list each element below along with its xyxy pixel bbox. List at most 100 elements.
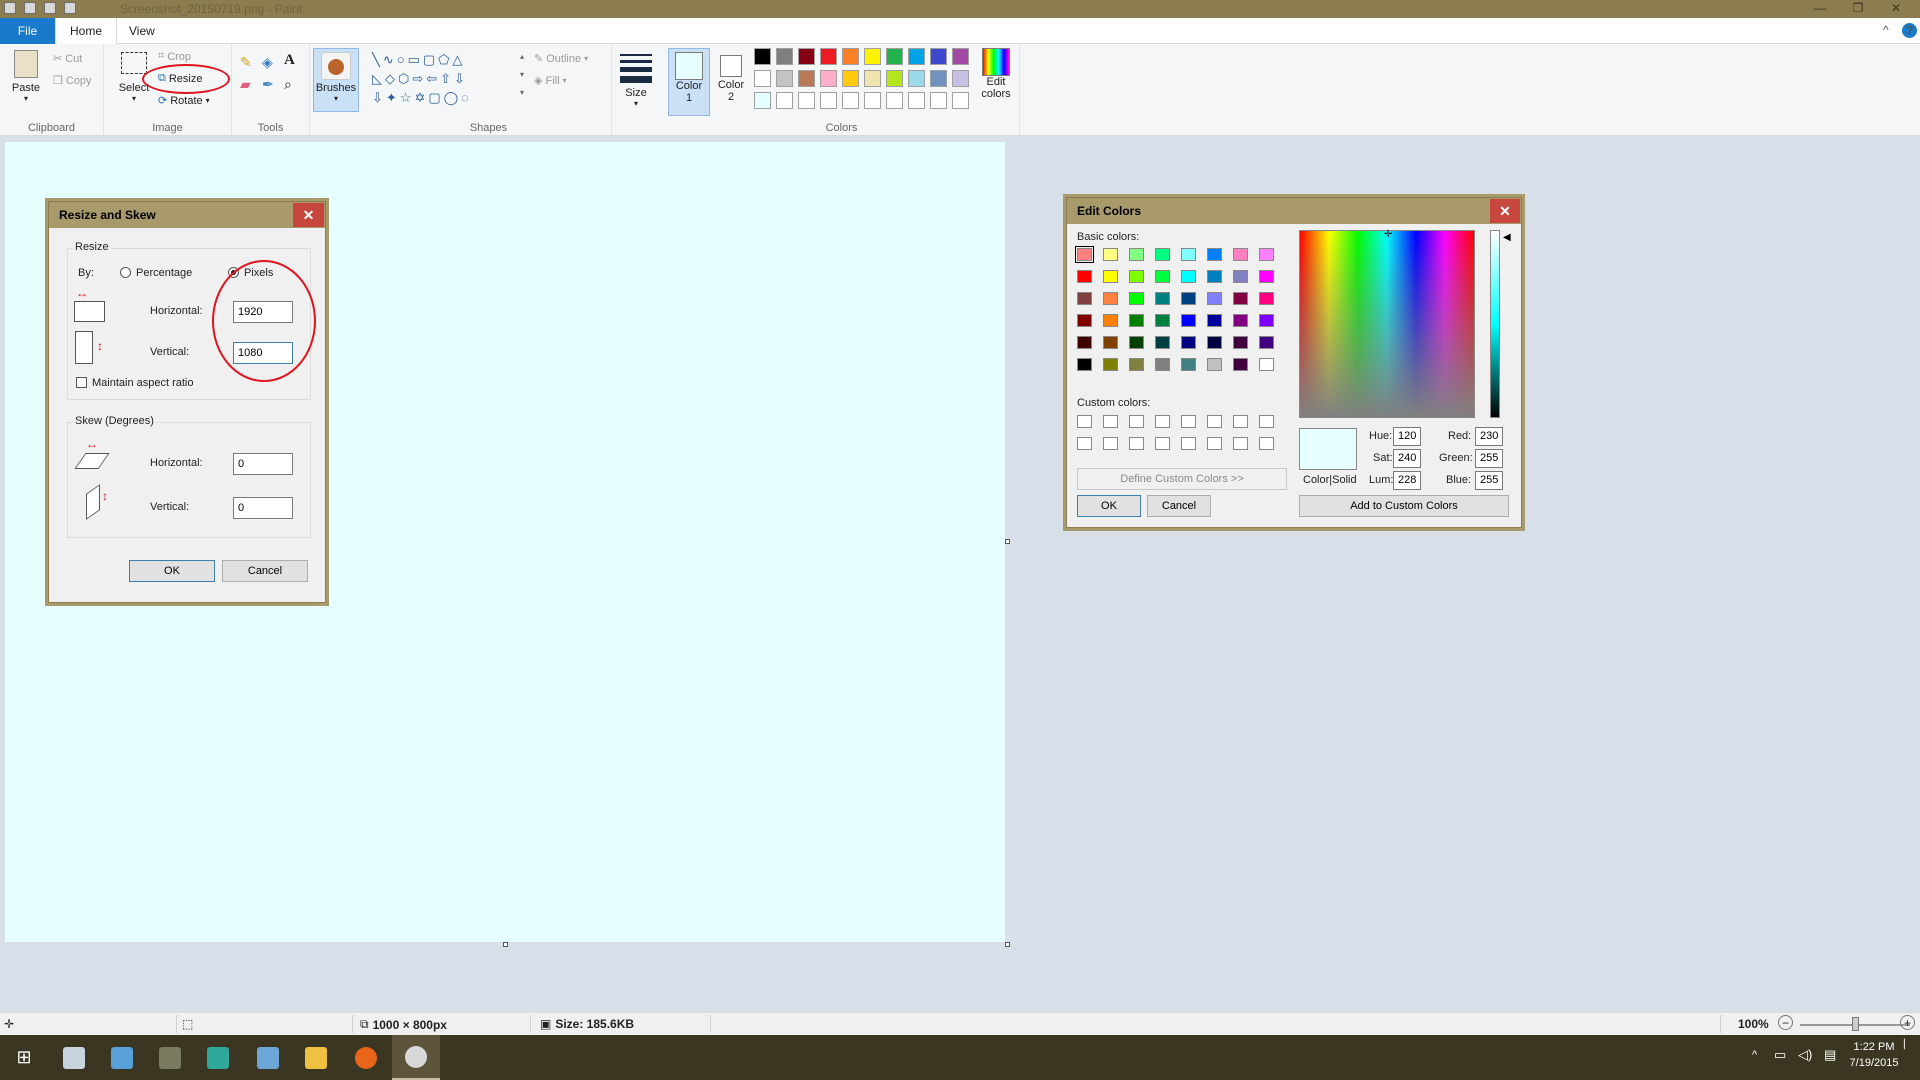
palette-swatch[interactable] <box>754 48 771 65</box>
show-desktop-icon[interactable]: ▏ <box>1904 1039 1911 1050</box>
basic-color-swatch[interactable] <box>1077 358 1092 371</box>
palette-swatch[interactable] <box>952 92 969 109</box>
basic-color-swatch[interactable] <box>1103 358 1118 371</box>
taskbar-firefox[interactable] <box>342 1035 390 1080</box>
save-icon[interactable] <box>24 2 36 14</box>
green-input[interactable]: 255 <box>1475 449 1503 468</box>
palette-swatch[interactable] <box>842 70 859 87</box>
custom-color-swatch[interactable] <box>1129 415 1144 428</box>
edit-colors-cancel-button[interactable]: Cancel <box>1147 495 1211 517</box>
basic-color-swatch[interactable] <box>1103 270 1118 283</box>
shapes-more-icon[interactable]: ▾ <box>520 88 524 97</box>
custom-color-swatch[interactable] <box>1259 437 1274 450</box>
custom-color-swatch[interactable] <box>1233 415 1248 428</box>
cut-button[interactable]: ✂ Cut <box>53 52 82 66</box>
tray-show-hidden-icon[interactable]: ^ <box>1752 1049 1757 1061</box>
palette-swatch[interactable] <box>754 70 771 87</box>
taskbar-app-4[interactable] <box>194 1035 242 1080</box>
basic-color-swatch[interactable] <box>1129 314 1144 327</box>
palette-swatch[interactable] <box>798 70 815 87</box>
basic-color-swatch[interactable] <box>1181 336 1196 349</box>
custom-color-swatch[interactable] <box>1181 437 1196 450</box>
custom-color-swatch[interactable] <box>1103 415 1118 428</box>
collapse-ribbon-icon[interactable]: ^ <box>1883 23 1889 37</box>
blue-input[interactable]: 255 <box>1475 471 1503 490</box>
paint-app-icon[interactable] <box>4 2 16 14</box>
zoom-out-button[interactable]: − <box>1778 1015 1793 1030</box>
size-button[interactable]: Size ▾ <box>617 50 655 108</box>
basic-color-swatch[interactable] <box>1207 270 1222 283</box>
basic-color-swatch[interactable] <box>1181 248 1196 261</box>
basic-color-swatch[interactable] <box>1233 270 1248 283</box>
basic-color-swatch[interactable] <box>1181 358 1196 371</box>
maintain-aspect-checkbox[interactable] <box>76 377 87 388</box>
close-window-button[interactable]: ✕ <box>1882 0 1910 18</box>
palette-swatch[interactable] <box>776 48 793 65</box>
color1-button[interactable]: Color 1 <box>668 48 710 116</box>
canvas-resize-handle-right[interactable] <box>1005 539 1010 544</box>
custom-color-swatch[interactable] <box>1077 415 1092 428</box>
taskbar-settings[interactable] <box>146 1035 194 1080</box>
palette-swatch[interactable] <box>908 48 925 65</box>
eraser-icon[interactable]: ▰ <box>240 76 251 93</box>
palette-swatch[interactable] <box>886 92 903 109</box>
skew-horizontal-input[interactable]: 0 <box>233 453 293 475</box>
palette-swatch[interactable] <box>776 92 793 109</box>
custom-color-swatch[interactable] <box>1207 415 1222 428</box>
rotate-button[interactable]: ⟳ Rotate ▾ <box>158 94 210 108</box>
custom-color-swatch[interactable] <box>1155 415 1170 428</box>
pencil-icon[interactable]: ✎ <box>240 54 252 71</box>
palette-swatch[interactable] <box>754 92 771 109</box>
copy-button[interactable]: ❐ Copy <box>53 74 92 88</box>
custom-color-swatch[interactable] <box>1233 437 1248 450</box>
basic-color-swatch[interactable] <box>1129 292 1144 305</box>
skew-vertical-input[interactable]: 0 <box>233 497 293 519</box>
tab-home[interactable]: Home <box>55 18 118 45</box>
basic-color-swatch[interactable] <box>1259 248 1274 261</box>
magnifier-icon[interactable]: ⌕ <box>284 76 292 93</box>
custom-color-swatch[interactable] <box>1181 415 1196 428</box>
notifications-icon[interactable]: ▤ <box>1824 1047 1836 1063</box>
custom-color-swatch[interactable] <box>1259 415 1274 428</box>
shapes-gallery[interactable]: ╲∿○▭▢⬠△ ◺◇⬡⇨⇦⇧⇩ ⇩✦☆✡▢◯◌ <box>372 50 522 106</box>
basic-color-swatch[interactable] <box>1103 248 1118 261</box>
basic-color-swatch[interactable] <box>1181 270 1196 283</box>
basic-color-swatch[interactable] <box>1129 336 1144 349</box>
outline-button[interactable]: ✎ Outline ▾ <box>534 52 588 66</box>
fill-bucket-icon[interactable]: ◈ <box>262 54 273 71</box>
luminance-slider[interactable] <box>1490 230 1500 418</box>
basic-color-swatch[interactable] <box>1181 314 1196 327</box>
clock-time[interactable]: 1:22 PM <box>1848 1041 1900 1053</box>
percentage-label[interactable]: Percentage <box>136 267 192 279</box>
palette-swatch[interactable] <box>820 48 837 65</box>
basic-color-swatch[interactable] <box>1207 248 1222 261</box>
basic-color-swatch[interactable] <box>1233 248 1248 261</box>
basic-color-swatch[interactable] <box>1207 314 1222 327</box>
canvas-resize-handle-bottom[interactable] <box>503 942 508 947</box>
basic-color-swatch[interactable] <box>1103 314 1118 327</box>
hue-input[interactable]: 120 <box>1393 427 1421 446</box>
basic-color-swatch[interactable] <box>1129 248 1144 261</box>
palette-swatch[interactable] <box>908 70 925 87</box>
custom-color-swatch[interactable] <box>1129 437 1144 450</box>
crop-button[interactable]: ⌗ Crop <box>158 50 191 63</box>
basic-color-swatch[interactable] <box>1233 292 1248 305</box>
color2-button[interactable]: Color 2 <box>712 48 750 116</box>
taskbar-file-explorer[interactable] <box>292 1035 340 1080</box>
basic-color-swatch[interactable] <box>1233 314 1248 327</box>
palette-swatch[interactable] <box>820 92 837 109</box>
tab-file[interactable]: File <box>0 18 55 44</box>
basic-color-swatch[interactable] <box>1155 270 1170 283</box>
edit-colors-button[interactable]: Edit colors <box>974 48 1018 100</box>
palette-swatch[interactable] <box>820 70 837 87</box>
basic-color-swatch[interactable] <box>1077 336 1092 349</box>
basic-color-swatch[interactable] <box>1077 292 1092 305</box>
luminance-pointer-icon[interactable]: ◀ <box>1503 232 1511 243</box>
hue-saturation-spectrum[interactable]: ✛ <box>1299 229 1475 418</box>
shapes-scroll-up-icon[interactable]: ▴ <box>520 52 524 61</box>
basic-color-swatch[interactable] <box>1077 314 1092 327</box>
basic-color-swatch[interactable] <box>1155 336 1170 349</box>
redo-icon[interactable] <box>64 2 76 14</box>
palette-swatch[interactable] <box>886 70 903 87</box>
resize-ok-button[interactable]: OK <box>129 560 215 582</box>
